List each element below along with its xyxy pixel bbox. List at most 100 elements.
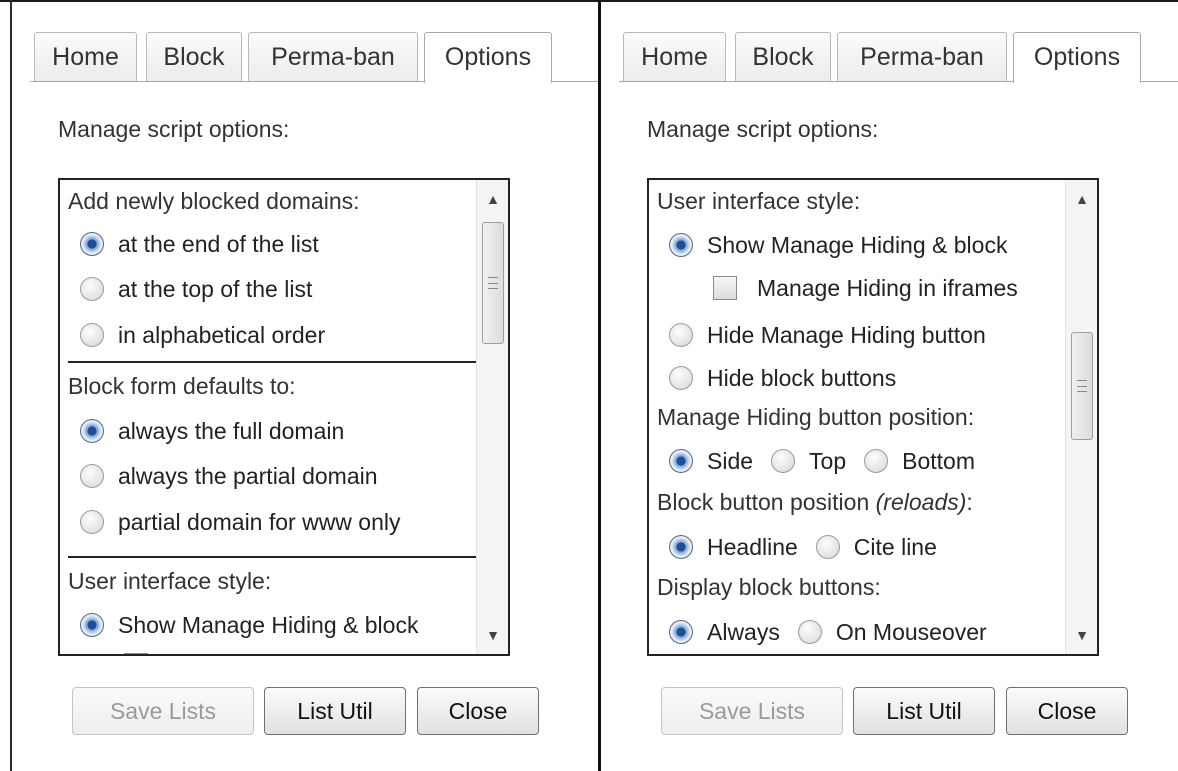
radio-full-domain[interactable]: always the full domain [80, 416, 344, 446]
checkbox-icon [713, 276, 737, 300]
grip-icon [1077, 380, 1087, 392]
radio-unselected-icon [771, 449, 796, 473]
option-label: Manage Hiding in iframes [757, 274, 1018, 301]
radio-unselected-icon [80, 277, 104, 301]
radio-unselected-icon [797, 620, 822, 644]
tab-options[interactable]: Options [424, 32, 552, 83]
vertical-scrollbar[interactable]: ▲ ▼ [476, 180, 508, 654]
radio-end-of-list[interactable]: at the end of the list [80, 229, 319, 259]
radio-show-manage-hiding[interactable]: Show Manage Hiding & block [669, 230, 1007, 260]
tab-perma-ban[interactable]: Perma-ban [248, 32, 418, 81]
radio-selected-icon [80, 613, 104, 637]
tab-block[interactable]: Block [735, 32, 831, 81]
group-label-add-domains: Add newly blocked domains: [68, 188, 360, 214]
group-label-block-form: Block form defaults to: [68, 373, 296, 399]
radio-show-manage-hiding[interactable]: Show Manage Hiding & block [80, 610, 418, 640]
radio-hide-block-buttons[interactable]: Hide block buttons [669, 363, 896, 393]
option-label: Hide Manage Hiding button [707, 321, 986, 348]
tab-home[interactable]: Home [34, 32, 137, 81]
option-label: partial domain for www only [118, 508, 401, 535]
radio-bottom[interactable]: Bottom [864, 448, 975, 475]
option-label: in alphabetical order [118, 321, 326, 348]
options-scroll-list[interactable]: User interface style: Show Manage Hiding… [647, 178, 1099, 656]
checkbox-iframes-partial[interactable] [124, 650, 168, 654]
tab-block[interactable]: Block [146, 32, 242, 81]
list-util-button[interactable]: List Util [853, 687, 995, 735]
section-heading: Manage script options: [647, 116, 879, 142]
close-button[interactable]: Close [417, 687, 539, 735]
grip-icon [488, 277, 498, 289]
tab-options[interactable]: Options [1013, 32, 1141, 83]
vertical-scrollbar[interactable]: ▲ ▼ [1065, 180, 1097, 654]
option-label: always the partial domain [118, 462, 378, 489]
scroll-down-arrow-icon[interactable]: ▼ [477, 620, 508, 650]
scroll-down-arrow-icon[interactable]: ▼ [1066, 620, 1097, 650]
radio-alphabetical[interactable]: in alphabetical order [80, 320, 325, 350]
radio-unselected-icon [815, 535, 840, 559]
radio-unselected-icon [864, 449, 889, 473]
group-label-block-position: Block button position (reloads): [657, 489, 973, 516]
list-util-button[interactable]: List Util [264, 687, 406, 735]
scroll-up-arrow-icon[interactable]: ▲ [1066, 184, 1097, 214]
radio-cite-line[interactable]: Cite line [815, 533, 937, 561]
scrollbar-thumb[interactable] [482, 222, 504, 344]
label-colon: : [966, 489, 973, 515]
radio-unselected-icon [80, 323, 104, 347]
tab-perma-ban[interactable]: Perma-ban [837, 32, 1007, 81]
option-label: Headline [707, 533, 798, 560]
radio-selected-icon [669, 233, 693, 257]
options-dialog-left: Home Block Perma-ban Options Manage scri… [12, 2, 598, 771]
option-label: Cite line [853, 533, 937, 560]
radio-headline[interactable]: Headline [669, 534, 798, 561]
group-label-ui-style: User interface style: [68, 568, 272, 594]
option-label: On Mouseover [835, 618, 987, 645]
tab-bar: Home Block Perma-ban Options [34, 32, 598, 83]
radio-hide-manage-hiding[interactable]: Hide Manage Hiding button [669, 320, 986, 350]
radio-partial-domain[interactable]: always the partial domain [80, 461, 378, 491]
tab-home[interactable]: Home [623, 32, 726, 81]
radio-unselected-icon [669, 323, 693, 347]
manage-position-options: Side Top Bottom [669, 446, 993, 476]
close-button[interactable]: Close [1006, 687, 1128, 735]
group-separator [68, 361, 500, 363]
option-label: Bottom [902, 447, 976, 474]
options-dialog-right: Home Block Perma-ban Options Manage scri… [601, 2, 1178, 771]
section-heading: Manage script options: [58, 116, 290, 142]
option-label: Show Manage Hiding & block [707, 231, 1008, 258]
reloads-note: (reloads) [875, 489, 967, 515]
radio-selected-icon [80, 232, 104, 256]
scrollbar-thumb[interactable] [1071, 332, 1093, 440]
option-label: Always [707, 618, 780, 645]
radio-unselected-icon [80, 510, 104, 534]
option-label: Hide block buttons [707, 364, 897, 391]
radio-selected-icon [669, 535, 693, 559]
radio-selected-icon [669, 620, 693, 644]
option-label: Top [809, 447, 847, 474]
radio-selected-icon [669, 449, 693, 473]
checkbox-manage-hiding-iframes[interactable]: Manage Hiding in iframes [713, 273, 1018, 303]
radio-partial-www[interactable]: partial domain for www only [80, 507, 401, 537]
radio-on-mouseover[interactable]: On Mouseover [797, 618, 987, 646]
scroll-up-arrow-icon[interactable]: ▲ [477, 184, 508, 214]
option-label: at the end of the list [118, 230, 319, 257]
option-label: Side [707, 447, 754, 474]
save-lists-button[interactable]: Save Lists [661, 687, 843, 735]
radio-unselected-icon [80, 464, 104, 488]
option-label: always the full domain [118, 417, 345, 444]
radio-side[interactable]: Side [669, 448, 753, 475]
options-scroll-list[interactable]: Add newly blocked domains: at the end of… [58, 178, 510, 656]
display-block-options: Always On Mouseover [669, 617, 1005, 647]
radio-unselected-icon [669, 366, 693, 390]
tab-bar: Home Block Perma-ban Options [623, 32, 1178, 83]
radio-top[interactable]: Top [771, 448, 846, 475]
option-label: Show Manage Hiding & block [118, 611, 419, 638]
save-lists-button[interactable]: Save Lists [72, 687, 254, 735]
group-label-ui-style: User interface style: [657, 188, 861, 214]
radio-always[interactable]: Always [669, 619, 780, 646]
group-separator [68, 556, 500, 558]
radio-selected-icon [80, 419, 104, 443]
group-label-manage-position: Manage Hiding button position: [657, 404, 975, 430]
radio-top-of-list[interactable]: at the top of the list [80, 274, 312, 304]
block-position-label: Block button position [657, 489, 876, 515]
block-position-options: Headline Cite line [669, 532, 955, 562]
